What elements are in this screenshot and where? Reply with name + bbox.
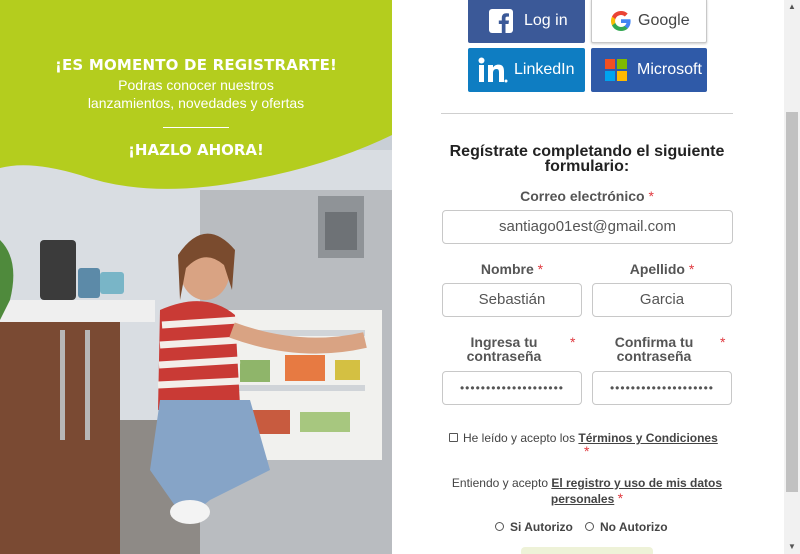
first-name-label: Nombre *: [442, 262, 582, 276]
data-required-mark: *: [617, 490, 624, 506]
authorize-yes-radio[interactable]: [495, 522, 504, 531]
scroll-up-icon[interactable]: ▲: [784, 0, 800, 14]
google-login-label: Google: [638, 11, 690, 29]
data-consent-prefix: Entiendo y acepto: [451, 476, 548, 490]
linkedin-icon: [478, 55, 508, 85]
confirm-required-mark: *: [720, 334, 726, 350]
promo-divider: [163, 127, 229, 128]
terms-required-mark: *: [584, 443, 590, 459]
email-field[interactable]: santiago01est@gmail.com: [442, 210, 733, 244]
promo-banner: ¡ES MOMENTO DE REGISTRARTE! Podras conoc…: [0, 0, 392, 554]
linkedin-login-label: LinkedIn: [514, 61, 575, 78]
facebook-login-button[interactable]: Log in: [468, 0, 585, 43]
microsoft-login-label: Microsoft: [637, 61, 702, 78]
authorize-no-label[interactable]: No Autorizo: [600, 520, 668, 534]
required-mark: *: [688, 261, 695, 277]
promo-text-block: ¡ES MOMENTO DE REGISTRARTE! Podras conoc…: [0, 56, 392, 159]
microsoft-icon: [601, 55, 631, 85]
required-mark: *: [648, 188, 654, 204]
promo-headline: ¡ES MOMENTO DE REGISTRARTE!: [54, 56, 338, 74]
promo-subline-2: lanzamientos, novedades y ofertas: [87, 95, 305, 111]
email-label: Correo electrónico *: [441, 189, 733, 203]
facebook-login-label: Log in: [524, 11, 568, 29]
form-title: Regístrate completando el siguiente form…: [441, 143, 733, 175]
password-label: Ingresa tu contraseña: [448, 335, 560, 363]
first-name-field[interactable]: Sebastián: [442, 283, 582, 317]
facebook-icon: [486, 6, 516, 36]
confirm-label-line-2: contraseña: [616, 348, 692, 364]
password-label-line-1: Ingresa tu: [470, 334, 538, 350]
linkedin-login-button[interactable]: LinkedIn: [468, 48, 585, 92]
data-consent-text: Entiendo y acepto El registro y uso de m…: [441, 476, 733, 490]
email-label-text: Correo electrónico: [520, 188, 645, 204]
password-field[interactable]: ••••••••••••••••••••: [442, 371, 582, 405]
terms-link[interactable]: Términos y Condiciones: [578, 431, 717, 445]
password-label-line-2: contraseña: [466, 348, 542, 364]
data-consent-link-2[interactable]: personales: [551, 492, 614, 506]
confirm-password-label: Confirma tu contraseña: [598, 335, 710, 363]
promo-subline-1: Podras conocer nuestros: [118, 77, 274, 93]
submit-button[interactable]: [521, 547, 653, 554]
promo-cta: ¡HAZLO AHORA!: [128, 141, 264, 159]
scrollbar-thumb[interactable]: [786, 112, 798, 492]
password-required-mark: *: [570, 334, 576, 350]
google-login-button[interactable]: Google: [591, 0, 707, 43]
data-consent-line-2: personales *: [441, 491, 733, 506]
last-name-label-text: Apellido: [629, 261, 685, 277]
google-icon: [610, 6, 632, 36]
confirm-password-field[interactable]: ••••••••••••••••••••: [592, 371, 732, 405]
form-title-line-1: Regístrate completando el siguiente: [449, 143, 725, 160]
section-divider: [441, 113, 733, 114]
scroll-down-icon[interactable]: ▼: [784, 540, 800, 554]
confirm-label-line-1: Confirma tu: [614, 334, 694, 350]
authorize-no-radio[interactable]: [585, 522, 594, 531]
required-mark: *: [537, 261, 544, 277]
page-scrollbar[interactable]: ▲ ▼: [784, 0, 800, 554]
last-name-label: Apellido *: [592, 262, 732, 276]
authorize-yes-label[interactable]: Si Autorizo: [510, 520, 573, 534]
first-name-label-text: Nombre: [480, 261, 534, 277]
data-consent-link[interactable]: El registro y uso de mis datos: [551, 476, 722, 490]
terms-checkbox[interactable]: [449, 433, 458, 442]
terms-text: He leído y acepto los Términos y Condici…: [463, 431, 733, 445]
last-name-field[interactable]: Garcia: [592, 283, 732, 317]
microsoft-login-button[interactable]: Microsoft: [591, 48, 707, 92]
terms-prefix: He leído y acepto los: [463, 431, 576, 445]
form-title-line-2: formulario:: [544, 158, 630, 175]
